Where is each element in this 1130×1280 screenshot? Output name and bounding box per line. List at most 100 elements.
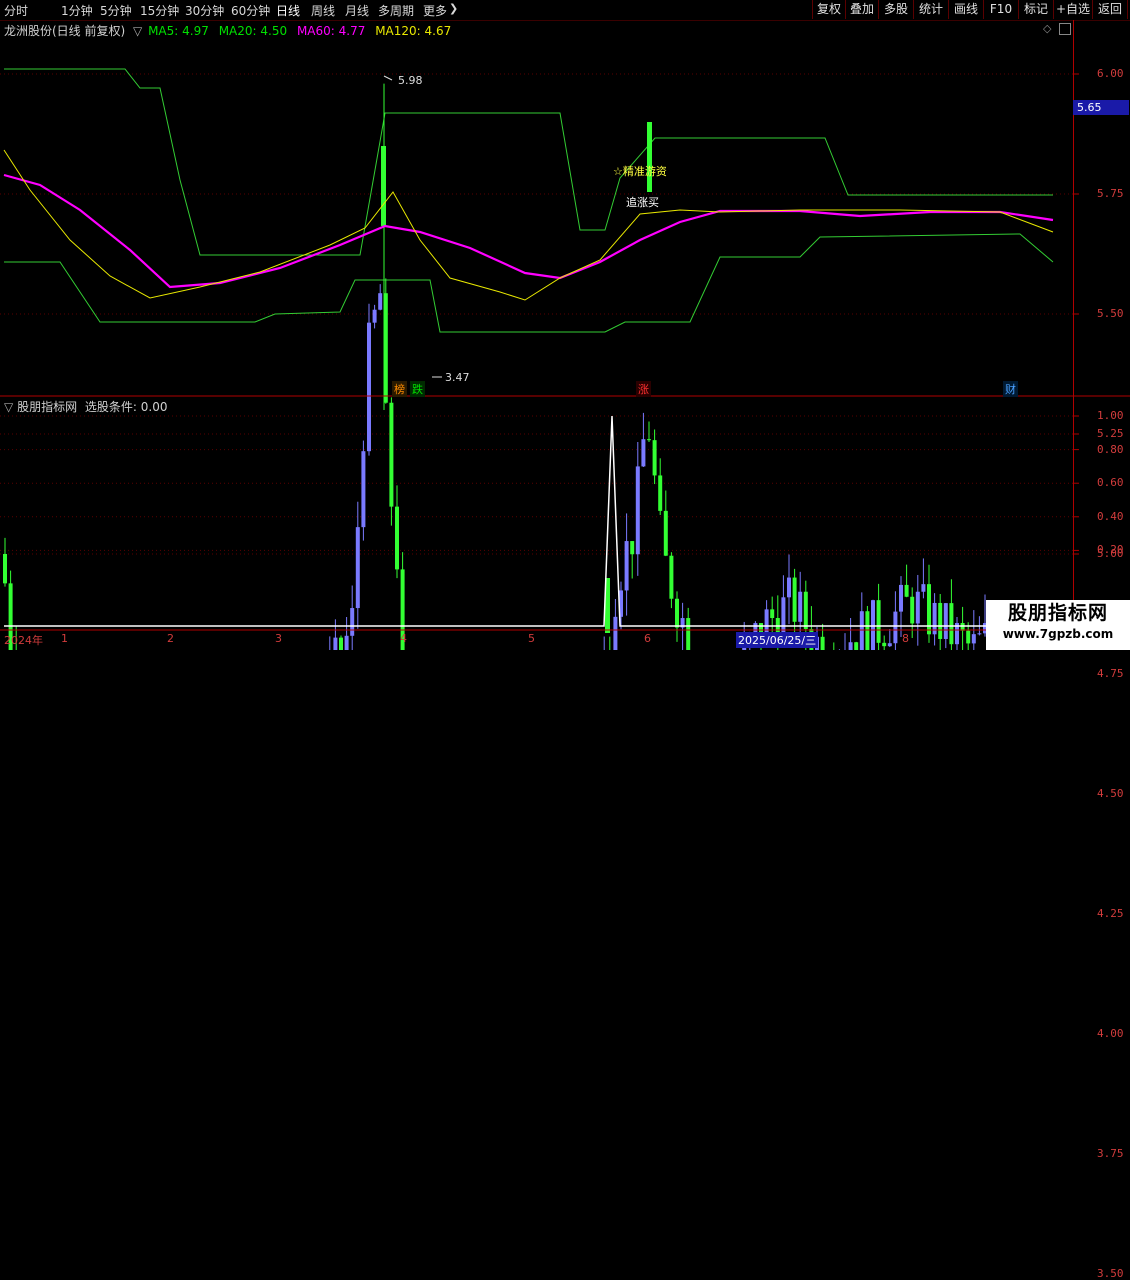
high-arrow [383,75,393,81]
candle-body [893,611,898,644]
candle-body [350,608,355,636]
candle-body [977,633,982,635]
indicator-dropdown-icon[interactable]: ▽ [4,400,13,414]
watermark-logo: 股朋指标网 www.7gpzb.com [986,600,1130,650]
candle-body [658,475,663,511]
candle-body [669,555,674,599]
candle-body [647,122,652,192]
candle-body [367,322,371,452]
grid-lines [0,73,1079,555]
price-tick-label: 4.50 [1097,787,1124,800]
chase-buy-annotation: 追涨买 [626,196,659,209]
time-label-year: 2024年 [4,634,43,647]
candle-body [372,309,377,323]
indicator-tick-label: 0.80 [1097,442,1124,456]
candle-body [3,554,7,584]
candlesticks [3,75,1010,650]
price-tick-label: 3.50 [1097,1267,1124,1280]
candle-body [899,584,903,612]
candle-body [641,439,646,467]
candle-body [355,527,360,609]
candle-body [770,609,775,619]
ma60-line [3,173,1054,289]
candle-body [333,637,338,650]
candle-body [630,541,635,555]
candle-body [949,603,954,645]
candle-body [921,584,926,592]
candle-body [663,510,668,556]
candle-body [389,402,394,507]
candle-body [938,602,943,639]
event-tag-die[interactable]: 跌 [410,381,425,397]
candle-body [792,577,797,622]
time-label-month-5: 5 [528,632,535,645]
candle-body [635,466,640,555]
candle-body [859,611,864,650]
candle-body [854,642,859,650]
crosshair-date-label: 2025/06/25/三 [736,632,819,648]
candle-body [910,596,915,624]
price-tick-label: 6.00 [1097,67,1124,80]
indicator-tick-label: 1.00 [1097,409,1124,422]
candle-body [871,600,875,650]
indicator-tick-label: 0.20 [1097,543,1124,557]
candle-body [966,630,971,644]
candle-body [848,642,853,650]
candle-body [624,541,629,591]
candle-body [395,506,399,570]
candle-body [865,611,870,650]
time-label-month-1: 1 [61,632,68,645]
price-tick-label: 4.25 [1097,907,1124,920]
time-label-month-2: 2 [167,632,174,645]
time-label-month-6: 6 [644,632,651,645]
event-tag-cai[interactable]: 财 [1003,381,1018,397]
candle-body [647,439,651,441]
candle-body [798,591,803,622]
price-tick-label: 5.50 [1097,307,1124,320]
price-tick-label: 4.00 [1097,1027,1124,1040]
indicator-condition: 选股条件: 0.00 [84,400,168,414]
indicator-panel-header: ▽ 股朋指标网 选股条件: 0.00 [4,398,167,415]
candle-body [378,293,383,310]
watermark-url: www.7gpzb.com [1002,627,1114,641]
candle-body [339,637,343,650]
channel-band [4,68,1054,333]
candle-body [915,591,920,624]
channel-lower-line [4,233,1054,333]
price-tick-label: 5.75 [1097,187,1124,200]
time-label-month-8: 8 [902,632,909,645]
candle-body [652,440,657,476]
candle-body [361,451,366,528]
indicator-title[interactable]: 股朋指标网 [17,400,77,414]
candle-body [787,577,791,598]
candle-body [686,618,691,650]
moving-average-lines [3,149,1054,301]
time-label-month-4: 4 [400,632,407,645]
current-price-label: 5.65 [1073,100,1129,115]
candle-body [381,146,386,226]
candle-body [803,591,808,630]
price-tick-label: 5.25 [1097,427,1124,440]
event-tag-zhang[interactable]: 涨 [636,381,651,397]
price-tick-label: 3.75 [1097,1147,1124,1160]
candle-body [927,584,931,635]
candle-body [943,603,948,639]
time-label-month-3: 3 [275,632,282,645]
low-price-label: 3.47 [445,371,470,384]
candle-body [971,634,976,644]
indicator-tick-label: 0.60 [1097,476,1124,490]
indicator-tick-label: 0.40 [1097,509,1124,523]
candle-body [820,636,825,650]
kline-chart[interactable] [0,0,1130,650]
ma20-line [3,149,1054,301]
high-price-label: 5.98 [398,74,423,87]
candle-body [613,616,618,650]
candle-body [904,584,909,597]
candle-body [887,643,892,647]
event-tag-bang[interactable]: 榜 [392,381,407,397]
price-tick-label: 4.75 [1097,667,1124,680]
youzi-annotation: ☆精准游资 [613,165,667,178]
watermark-title: 股朋指标网 [1007,602,1108,624]
candle-body [675,598,679,628]
channel-upper-line [4,68,1053,256]
